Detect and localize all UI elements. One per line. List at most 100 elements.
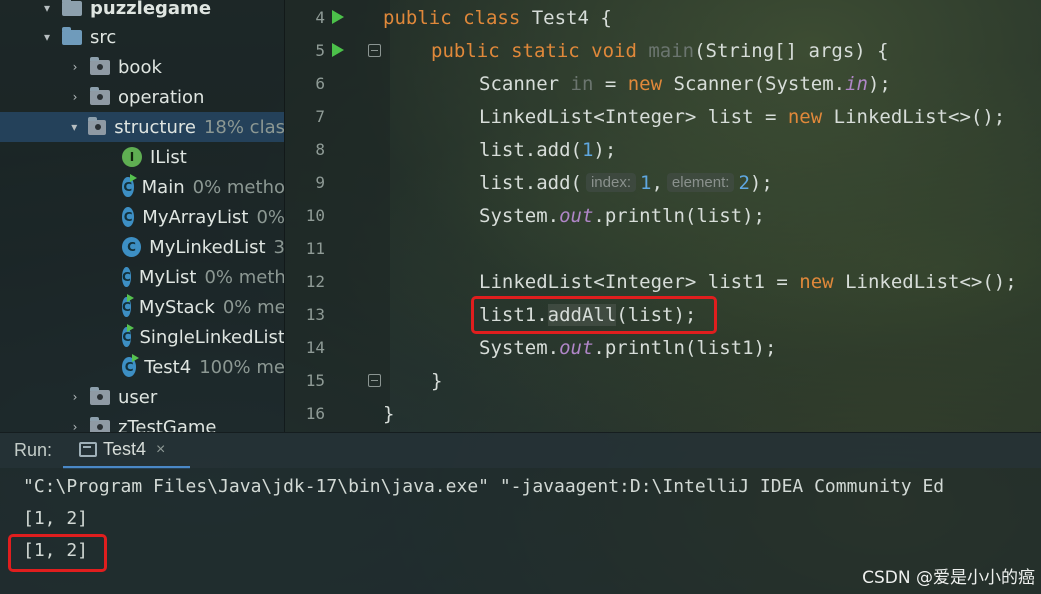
- tree-item-label: MyStack: [138, 296, 215, 318]
- code-token: 1: [581, 138, 594, 161]
- tree-item-singlelinkedlist[interactable]: C SingleLinkedList: [0, 322, 285, 352]
- chevron-right-icon[interactable]: ›: [68, 90, 82, 104]
- coverage-text: 0% me: [222, 296, 285, 318]
- module-folder-icon: [62, 0, 82, 16]
- tree-item-structure[interactable]: ▾ structure 18% clas: [0, 112, 285, 142]
- code-token: list.add(: [479, 171, 582, 194]
- tree-item-puzzlegame[interactable]: ▾ puzzlegame: [0, 0, 284, 23]
- code-line-10: System. out .println(list);: [479, 199, 765, 232]
- code-editor[interactable]: 4 5 6 7 8 9 10 11 12 13 14 15 16 public …: [285, 0, 1041, 432]
- editor-gutter: 4 5 6 7 8 9 10 11 12 13 14 15 16: [285, 0, 390, 432]
- console-icon: [79, 442, 97, 457]
- close-icon[interactable]: ×: [156, 441, 165, 459]
- code-token: );: [867, 72, 891, 95]
- code-token: LinkedList<Integer> list1 =: [479, 270, 800, 293]
- line-number: 12: [305, 272, 325, 291]
- class-icon: C: [122, 207, 135, 227]
- run-panel-header: Run: Test4 ×: [0, 432, 1041, 469]
- highlight-box-output: [8, 534, 107, 572]
- chevron-right-icon[interactable]: ›: [68, 60, 82, 74]
- tree-item-src[interactable]: ▾ src: [0, 22, 284, 52]
- code-token: Test4 {: [520, 6, 612, 29]
- line-number: 16: [305, 404, 325, 423]
- runnable-class-icon: C: [122, 354, 140, 377]
- tree-item-mystack[interactable]: C MyStack 0% me: [0, 292, 285, 322]
- class-icon: C: [122, 237, 142, 257]
- runnable-class-icon: C: [122, 324, 135, 347]
- chevron-down-icon[interactable]: ▾: [40, 1, 54, 15]
- tree-item-main[interactable]: C Main 0% metho: [0, 172, 284, 202]
- project-tree-panel: ▾ puzzlegame ▾ src › book › operation ▾ …: [0, 0, 285, 432]
- tree-item-user[interactable]: › user: [0, 382, 284, 412]
- code-token: System.: [479, 204, 560, 227]
- run-main-icon[interactable]: [332, 43, 344, 57]
- code-token: public static void: [431, 39, 637, 62]
- code-line-14: System. out .println(list1);: [479, 331, 776, 364]
- parameter-hint: element:: [666, 173, 735, 192]
- highlight-box-addall: [471, 296, 717, 334]
- tree-item-label: MyLinkedList: [149, 236, 266, 258]
- coverage-text: 18% clas: [203, 116, 285, 138]
- tree-item-label: MyArrayList: [142, 206, 249, 228]
- code-token: LinkedList<>();: [822, 105, 1006, 128]
- code-token: LinkedList<>();: [833, 270, 1017, 293]
- package-folder-icon: [90, 416, 110, 432]
- line-number: 7: [315, 107, 325, 126]
- runnable-class-icon: C: [122, 294, 134, 317]
- code-token: list.add(: [479, 138, 582, 161]
- line-number: 8: [315, 140, 325, 159]
- package-folder-icon: [90, 386, 110, 405]
- fold-icon[interactable]: [368, 44, 381, 57]
- code-token: main: [636, 39, 695, 62]
- code-token: in: [570, 72, 594, 95]
- tree-item-book[interactable]: › book: [0, 52, 284, 82]
- line-number: 6: [315, 74, 325, 93]
- chevron-down-icon[interactable]: ▾: [68, 120, 80, 134]
- code-token: =: [593, 72, 628, 95]
- tree-item-ilist[interactable]: I IList: [0, 142, 284, 172]
- watermark: CSDN @爱是小小的癌: [862, 568, 1035, 588]
- tab-label: Test4: [103, 439, 147, 459]
- line-number: 13: [305, 305, 325, 324]
- code-line-9: list.add(index: 1, element: 2);: [479, 166, 773, 199]
- tree-item-label: SingleLinkedList: [139, 326, 285, 348]
- tab-test4[interactable]: Test4 ×: [63, 433, 190, 469]
- console-line: [1, 2]: [23, 508, 89, 529]
- chevron-right-icon[interactable]: ›: [68, 420, 82, 432]
- code-token: Scanner: [479, 72, 571, 95]
- tree-item-label: puzzlegame: [90, 0, 212, 19]
- tree-item-label: src: [90, 26, 117, 48]
- tree-item-operation[interactable]: › operation: [0, 82, 284, 112]
- tree-item-ztestgame[interactable]: › zTestGame: [0, 412, 284, 433]
- chevron-down-icon[interactable]: ▾: [40, 30, 54, 44]
- coverage-text: 100% me: [199, 356, 285, 378]
- package-folder-icon: [90, 86, 110, 105]
- code-token: out: [559, 204, 594, 227]
- tree-item-myarraylist[interactable]: C MyArrayList 0%: [0, 202, 284, 232]
- tree-item-label: Main: [141, 176, 185, 198]
- fold-icon[interactable]: [368, 374, 381, 387]
- tree-item-label: zTestGame: [118, 416, 217, 433]
- code-token: Scanner(System.: [662, 72, 846, 95]
- package-folder-icon: [90, 56, 110, 75]
- tree-item-label: structure: [114, 116, 196, 138]
- tree-item-mylist[interactable]: C MyList 0% meth: [0, 262, 285, 292]
- code-token: out: [559, 336, 594, 359]
- tree-item-label: operation: [118, 86, 205, 108]
- line-number: 9: [315, 173, 325, 192]
- line-number: 15: [305, 371, 325, 390]
- code-line-8: list.add(1);: [479, 133, 616, 166]
- code-line-4: public class Test4 {: [383, 1, 612, 34]
- line-number: 14: [305, 338, 325, 357]
- code-token: public class: [383, 6, 521, 29]
- parameter-hint: index:: [585, 173, 636, 192]
- chevron-right-icon[interactable]: ›: [68, 390, 82, 404]
- source-folder-icon: [62, 26, 82, 45]
- coverage-text: 0% meth: [204, 266, 285, 288]
- tree-item-label: Test4: [144, 356, 192, 378]
- code-token: 1: [639, 171, 652, 194]
- tree-item-test4[interactable]: C Test4 100% me: [0, 352, 285, 382]
- run-class-icon[interactable]: [332, 10, 344, 24]
- line-number: 5: [315, 41, 325, 60]
- tree-item-mylinkedlist[interactable]: C MyLinkedList 3: [0, 232, 284, 262]
